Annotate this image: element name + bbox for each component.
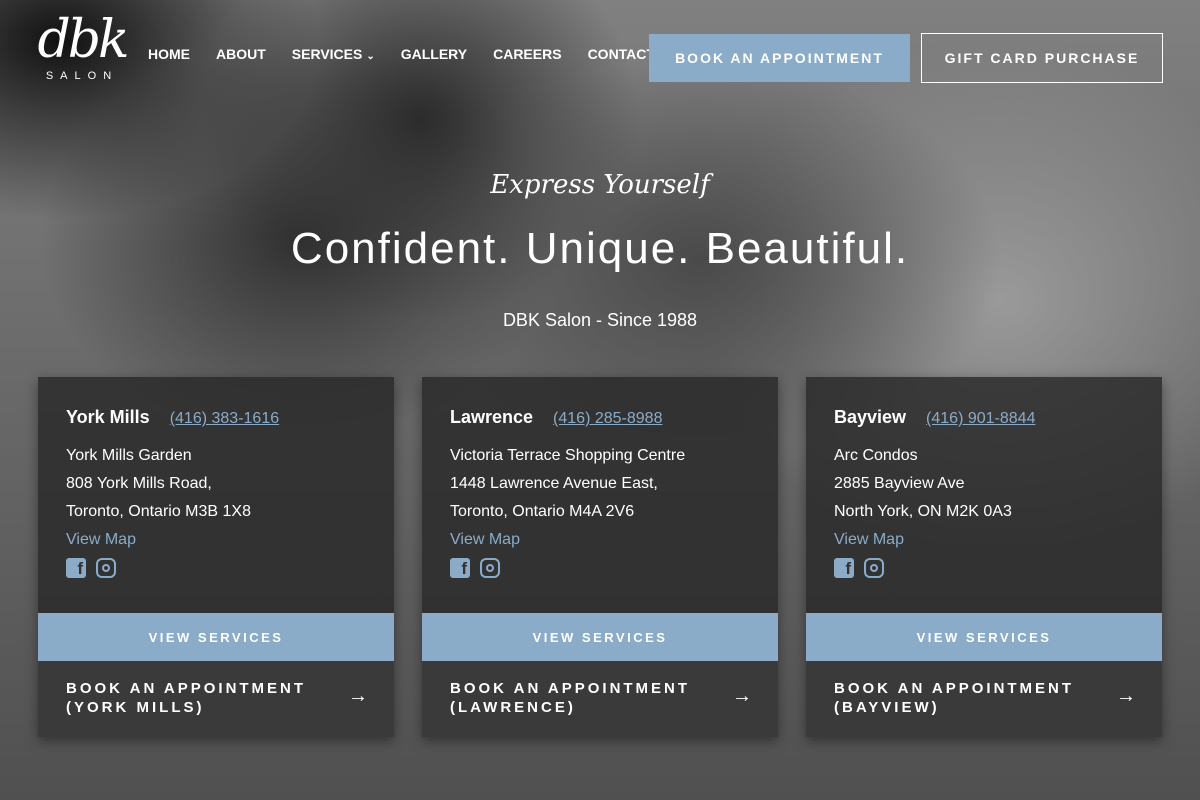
nav-gallery[interactable]: GALLERY: [401, 46, 467, 62]
hero-tagline: Express Yourself: [490, 170, 710, 200]
facebook-icon[interactable]: f: [66, 558, 86, 578]
instagram-icon[interactable]: [480, 558, 500, 578]
facebook-icon[interactable]: f: [834, 558, 854, 578]
book-location-button[interactable]: BOOK AN APPOINTMENT (LAWRENCE) →: [422, 661, 778, 737]
logo-mark: dbk: [37, 10, 129, 70]
nav-about[interactable]: ABOUT: [216, 46, 266, 62]
view-map-link[interactable]: View Map: [834, 526, 1134, 554]
phone-link[interactable]: (416) 285-8988: [553, 410, 662, 428]
address-line: 1448 Lawrence Avenue East,: [450, 475, 658, 492]
gift-card-button[interactable]: GIFT CARD PURCHASE: [921, 33, 1163, 83]
chevron-down-icon: ⌄: [366, 51, 375, 62]
book-location-label: (LAWRENCE): [450, 699, 576, 716]
book-location-button[interactable]: BOOK AN APPOINTMENT (YORK MILLS) →: [38, 661, 394, 737]
nav-careers[interactable]: CAREERS: [493, 46, 561, 62]
logo[interactable]: dbk SALON: [36, 10, 129, 90]
book-appointment-button[interactable]: BOOK AN APPOINTMENT: [649, 34, 910, 82]
phone-link[interactable]: (416) 383-1616: [170, 410, 279, 428]
location-card: Bayview (416) 901-8844 Arc Condos 2885 B…: [806, 377, 1162, 737]
main-nav: HOME ABOUT SERVICES ⌄ GALLERY CAREERS CON…: [148, 46, 655, 62]
address-line: Arc Condos: [834, 447, 918, 464]
view-services-button[interactable]: VIEW SERVICES: [38, 613, 394, 661]
book-location-label: (YORK MILLS): [66, 699, 205, 716]
location-name: York Mills: [66, 407, 150, 427]
book-label: BOOK AN APPOINTMENT: [834, 680, 1075, 697]
nav-services-label: SERVICES: [291, 46, 363, 62]
address-line: North York, ON M2K 0A3: [834, 503, 1012, 520]
logo-subtitle: SALON: [45, 70, 119, 82]
location-name: Lawrence: [450, 407, 534, 427]
hero-since: DBK Salon - Since 1988: [502, 310, 698, 330]
instagram-icon[interactable]: [864, 558, 884, 578]
arrow-right-icon: →: [732, 685, 752, 707]
facebook-icon[interactable]: f: [450, 558, 470, 578]
address-line: York Mills Garden: [66, 447, 192, 464]
nav-home[interactable]: HOME: [148, 46, 190, 62]
book-label: BOOK AN APPOINTMENT: [450, 680, 691, 697]
phone-link[interactable]: (416) 901-8844: [926, 410, 1035, 428]
arrow-right-icon: →: [348, 685, 368, 707]
view-map-link[interactable]: View Map: [66, 526, 366, 554]
instagram-icon[interactable]: [96, 558, 116, 578]
address-line: 2885 Bayview Ave: [834, 475, 965, 492]
arrow-right-icon: →: [1116, 685, 1136, 707]
view-map-link[interactable]: View Map: [450, 526, 750, 554]
view-services-button[interactable]: VIEW SERVICES: [422, 613, 778, 661]
hero-headline: Confident. Unique. Beautiful.: [290, 224, 910, 273]
location-card: York Mills (416) 383-1616 York Mills Gar…: [38, 377, 394, 737]
nav-contact[interactable]: CONTACT: [588, 46, 655, 62]
address-line: Toronto, Ontario M3B 1X8: [66, 503, 251, 520]
location-name: Bayview: [834, 407, 907, 427]
location-card: Lawrence (416) 285-8988 Victoria Terrace…: [422, 377, 778, 737]
address-line: Toronto, Ontario M4A 2V6: [450, 503, 635, 520]
view-services-button[interactable]: VIEW SERVICES: [806, 613, 1162, 661]
address-line: 808 York Mills Road,: [66, 475, 212, 492]
book-label: BOOK AN APPOINTMENT: [66, 680, 307, 697]
book-location-button[interactable]: BOOK AN APPOINTMENT (BAYVIEW) →: [806, 661, 1162, 737]
nav-services[interactable]: SERVICES ⌄: [292, 46, 375, 62]
address-line: Victoria Terrace Shopping Centre: [450, 447, 686, 464]
book-location-label: (BAYVIEW): [834, 699, 940, 716]
